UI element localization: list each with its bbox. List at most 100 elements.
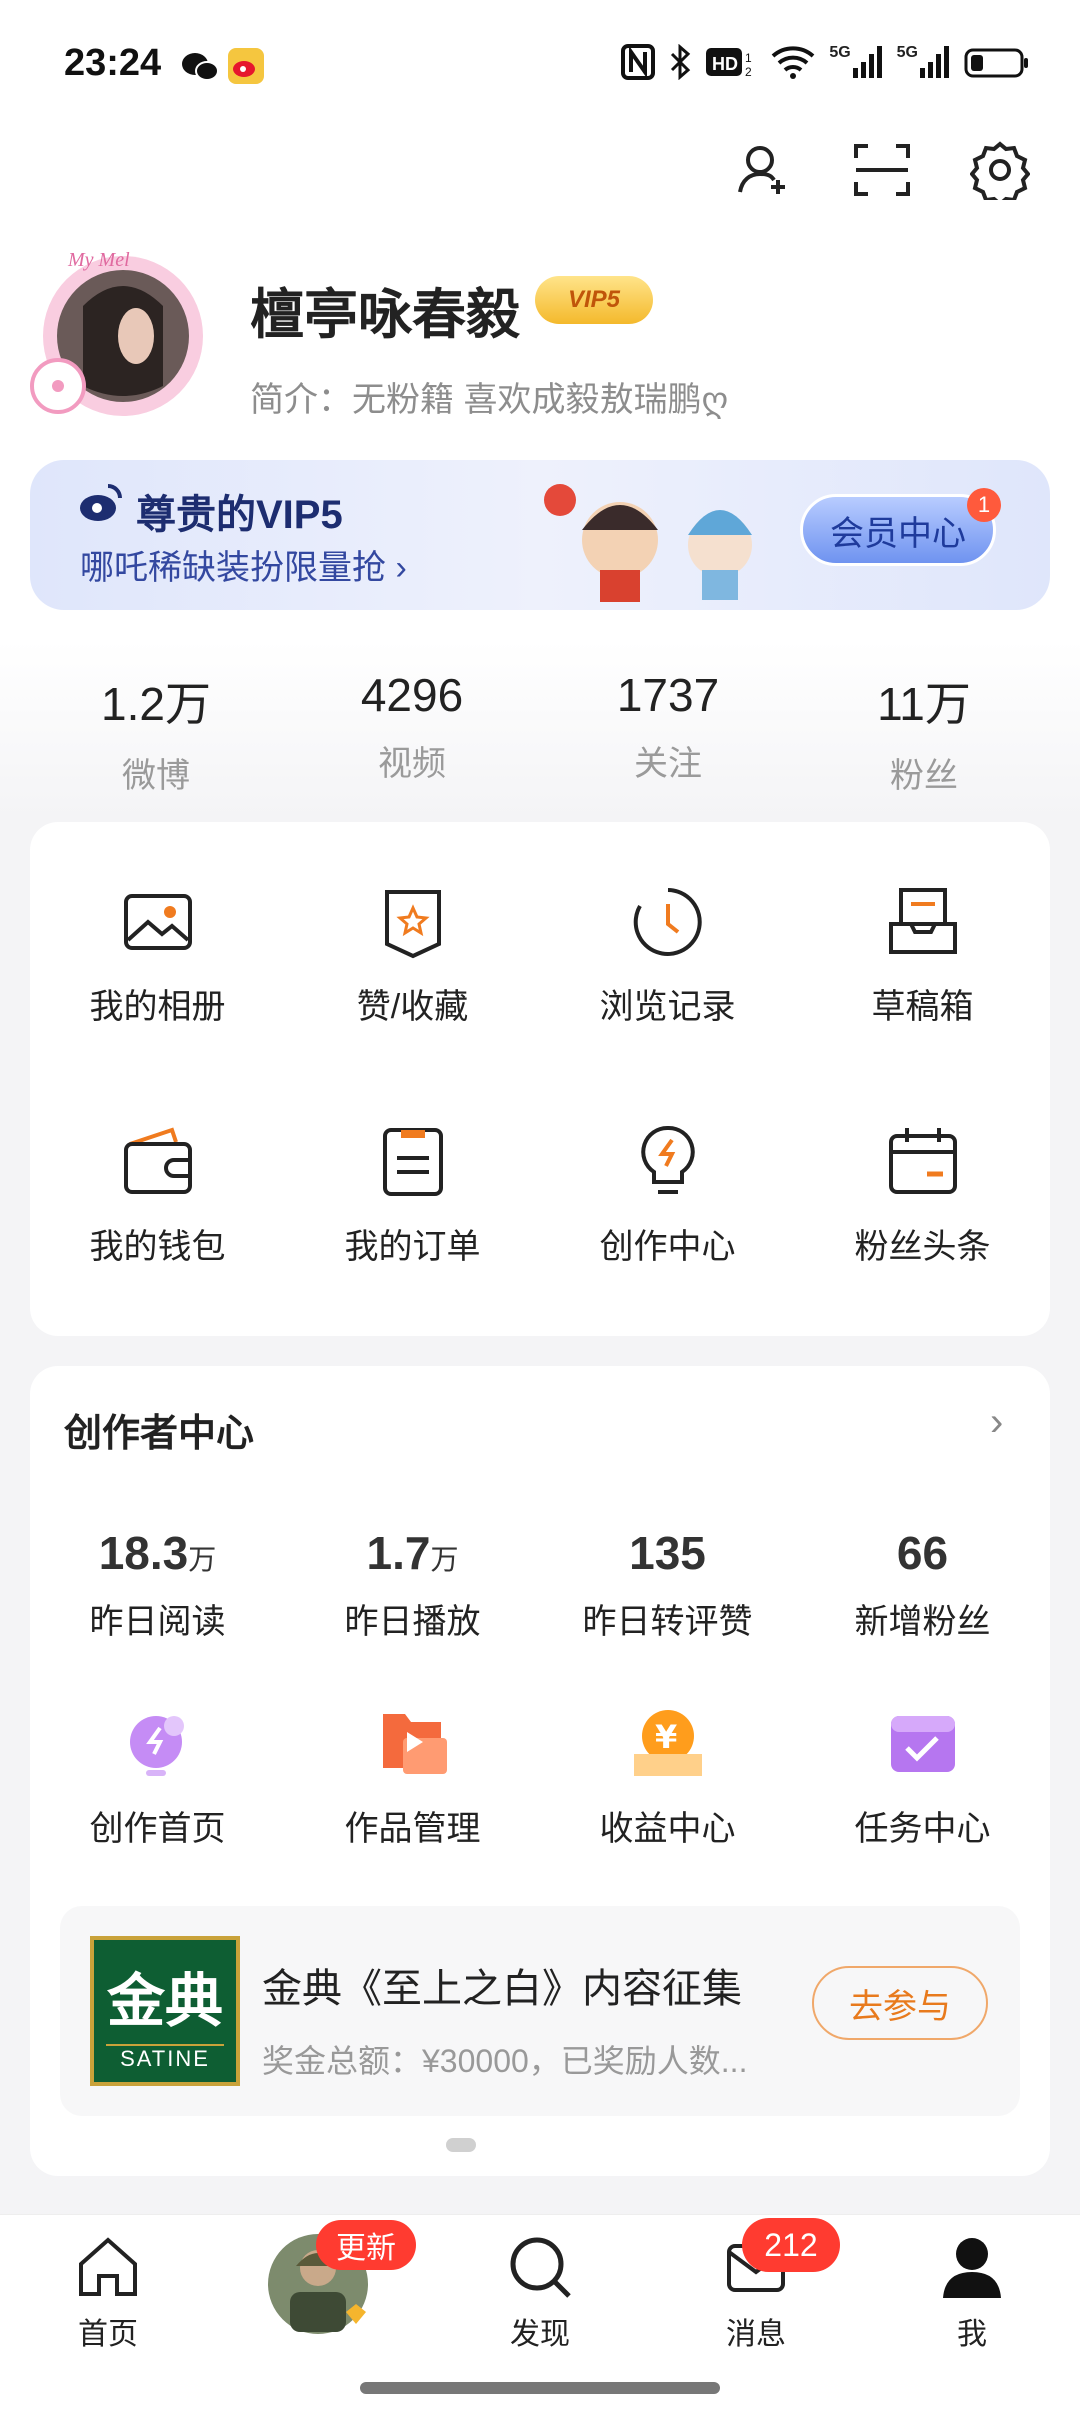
vip-level-label: VIP5: [567, 286, 621, 313]
hd-icon: HD 12: [706, 48, 752, 79]
menu-label: 赞/收藏: [356, 988, 469, 1026]
creator-stat-new-fans[interactable]: 66 新增粉丝: [795, 1526, 1050, 1643]
tab-discover[interactable]: 发现: [460, 2232, 620, 2353]
creator-stat-label: 昨日转评赞: [582, 1603, 753, 1641]
menu-label: 我的订单: [344, 1228, 481, 1266]
tool-creation-home[interactable]: 创作首页: [30, 1704, 285, 1850]
profile-icon: [943, 2238, 1001, 2298]
creator-stat-value: 1.7: [366, 1527, 431, 1579]
stat-label: 视频: [378, 745, 446, 783]
home-indicator[interactable]: [360, 2382, 720, 2394]
system-status-icons: HD 1 2 5G 5G: [621, 44, 1030, 80]
member-center-badge: 1: [967, 488, 1001, 522]
menu-item-drafts[interactable]: 草稿箱: [795, 882, 1050, 1028]
profile-name[interactable]: 檀亭咏春毅: [250, 270, 520, 349]
wallet-icon: [123, 1127, 192, 1194]
svg-text:1: 1: [745, 51, 752, 65]
tool-works-management[interactable]: 作品管理: [285, 1704, 540, 1850]
vip-banner-subtitle[interactable]: 哪吒稀缺装扮限量抢 ›: [80, 540, 407, 589]
weibo-status-icon: [228, 48, 264, 84]
creator-stat-interactions[interactable]: 135 昨日转评赞: [540, 1526, 795, 1643]
photo-album-icon: [123, 894, 192, 950]
tab-label: 首页: [78, 2318, 138, 2351]
stat-value: 1737: [616, 669, 720, 721]
stat-followers[interactable]: 11万 粉丝: [804, 668, 1044, 797]
menu-label: 我的相册: [89, 988, 226, 1026]
promo-title: 金典《至上之白》内容征集: [262, 1967, 742, 2011]
history-icon: [633, 888, 702, 956]
drafts-icon: [888, 888, 957, 954]
stat-following[interactable]: 1737 关注: [548, 668, 788, 785]
stat-label: 微博: [122, 757, 190, 795]
creator-stat-reads[interactable]: 18.3万 昨日阅读: [30, 1526, 285, 1643]
scan-icon[interactable]: [852, 140, 912, 200]
tab-label: 消息: [726, 2318, 786, 2351]
menu-item-creation-center[interactable]: 创作中心: [540, 1122, 795, 1268]
works-folder-icon: [382, 1714, 447, 1774]
update-badge: 更新: [316, 2220, 416, 2270]
creator-stat-plays[interactable]: 1.7万 昨日播放: [285, 1526, 540, 1643]
menu-item-fan-headlines[interactable]: 粉丝头条: [795, 1122, 1050, 1268]
wifi-icon: [771, 46, 815, 79]
tool-earnings-center[interactable]: ¥ 收益中心: [540, 1704, 795, 1850]
menu-label: 创作中心: [599, 1228, 736, 1266]
stat-videos[interactable]: 4296 视频: [292, 668, 532, 785]
home-icon: [79, 2237, 137, 2296]
calendar-icon: [888, 1128, 957, 1194]
menu-label: 草稿箱: [871, 988, 974, 1026]
tool-label: 收益中心: [599, 1810, 736, 1848]
tool-label: 任务中心: [854, 1810, 991, 1848]
vip-banner-title: 尊贵的VIP5: [136, 493, 343, 537]
menu-item-orders[interactable]: 我的订单: [285, 1122, 540, 1268]
svg-text:My Mel: My Mel: [67, 249, 130, 271]
creator-center-title[interactable]: 创作者中心: [64, 1402, 254, 1457]
stat-value: 4296: [360, 669, 464, 721]
search-icon: [510, 2237, 571, 2298]
creator-stat-label: 昨日阅读: [89, 1603, 226, 1641]
tab-label: 我: [957, 2318, 987, 2351]
creator-stat-label: 新增粉丝: [854, 1603, 991, 1641]
bluetooth-icon: [671, 44, 691, 80]
chevron-right-icon[interactable]: ›: [990, 1400, 1003, 1445]
creator-stat-value: 18.3: [98, 1527, 189, 1579]
tasks-calendar-icon: [890, 1716, 955, 1772]
svg-text:2: 2: [745, 65, 752, 79]
battery-icon: [964, 48, 1028, 78]
favorites-icon: [384, 890, 441, 959]
menu-label: 浏览记录: [599, 988, 736, 1026]
add-friend-icon[interactable]: [734, 140, 794, 200]
menu-item-photo-album[interactable]: 我的相册: [30, 882, 285, 1028]
svg-text:HD: HD: [712, 54, 738, 74]
promo-subtitle: 奖金总额：¥30000，已奖励人数...: [262, 2043, 748, 2079]
vip-badge[interactable]: VIP5: [535, 276, 653, 324]
tab-home[interactable]: 首页: [28, 2232, 188, 2353]
menu-label: 粉丝头条: [854, 1228, 991, 1266]
signal-icon-1: 5G: [829, 44, 882, 80]
wechat-icon: [180, 50, 220, 89]
creator-stat-unit: 万: [430, 1544, 459, 1575]
satine-logo: 金典 SATINE: [90, 1936, 240, 2086]
weibo-logo-icon: [76, 478, 126, 533]
creator-stat-value: 66: [896, 1527, 949, 1579]
messages-count-badge: 212: [742, 2218, 840, 2272]
menu-item-favorites[interactable]: 赞/收藏: [285, 882, 540, 1028]
status-time: 23:24: [64, 42, 162, 84]
join-button[interactable]: 去参与: [812, 1966, 988, 2040]
menu-item-history[interactable]: 浏览记录: [540, 882, 795, 1028]
settings-gear-icon[interactable]: [970, 140, 1030, 200]
stat-value: 11万: [877, 678, 971, 730]
creator-stat-label: 昨日播放: [344, 1603, 481, 1641]
creator-stat-value: 135: [629, 1527, 706, 1579]
menu-label: 我的钱包: [89, 1228, 226, 1266]
avatar[interactable]: My Mel: [28, 236, 208, 426]
carousel-indicator: [446, 2138, 476, 2152]
stat-label: 粉丝: [890, 757, 958, 795]
stat-weibo[interactable]: 1.2万 微博: [36, 668, 276, 797]
tool-label: 创作首页: [89, 1810, 226, 1848]
menu-item-wallet[interactable]: 我的钱包: [30, 1122, 285, 1268]
svg-text:¥: ¥: [655, 1718, 677, 1756]
tab-me[interactable]: 我: [892, 2232, 1052, 2353]
tool-task-center[interactable]: 任务中心: [795, 1704, 1050, 1850]
profile-bio[interactable]: 简介：无粉籍 喜欢成毅敖瑞鹏ღ: [250, 372, 728, 421]
creator-stat-unit: 万: [188, 1544, 217, 1575]
